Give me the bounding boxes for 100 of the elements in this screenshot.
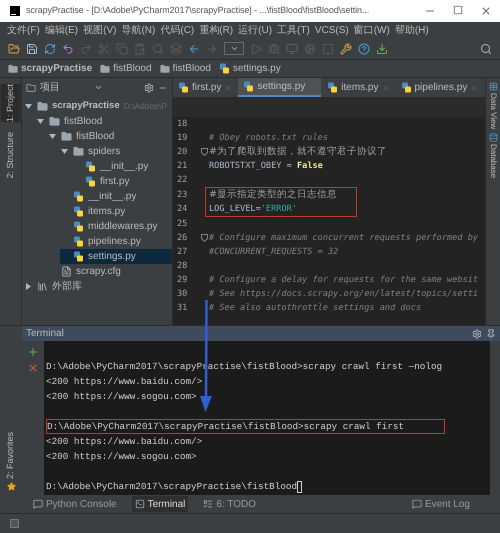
menu-item[interactable]: 视图(V) [82, 22, 118, 38]
tree-item[interactable]: middlewares.py [60, 219, 172, 234]
collapsed-arrow-icon[interactable] [25, 283, 32, 290]
dropdown-icon[interactable] [94, 83, 103, 92]
python-file-icon [73, 191, 84, 202]
close-icon[interactable] [27, 362, 39, 374]
tree-item[interactable]: fistBlood [36, 114, 172, 129]
update-icon[interactable] [376, 42, 388, 54]
pin-icon[interactable] [486, 328, 496, 338]
event-log-button[interactable]: Event Log [412, 496, 470, 512]
project-view-icon [26, 82, 36, 92]
balloon-icon [412, 499, 422, 509]
code-text: #CONCURRENT_REQUESTS = 32 [209, 246, 338, 258]
menu-item[interactable]: 帮助(H) [394, 22, 430, 38]
tree-label: fistBlood [76, 130, 114, 144]
tree-item[interactable]: __init__.py [72, 159, 172, 174]
folder-icon [73, 146, 84, 157]
settings-icon[interactable] [472, 328, 482, 338]
tree-item[interactable]: scrapy.cfg [48, 264, 172, 279]
expanded-arrow-icon[interactable] [49, 133, 56, 140]
breadcrumb-item[interactable]: settings.py [232, 61, 281, 76]
tree-label: items.py [88, 205, 126, 219]
menu-item[interactable]: 重构(R) [198, 22, 234, 38]
tool-window-tab[interactable]: Python Console [30, 496, 120, 512]
tool-window-tab[interactable]: 1: Project [0, 84, 20, 122]
tree-label: settings.py [88, 250, 136, 264]
expanded-arrow-icon[interactable] [25, 103, 32, 110]
menu-item[interactable]: 代码(C) [159, 22, 196, 38]
tree-item[interactable]: __init__.py [60, 189, 172, 204]
add-icon[interactable] [27, 346, 39, 358]
editor-tab[interactable]: first.py [173, 78, 238, 97]
editor-tab[interactable]: items.py [322, 78, 394, 97]
tool-window-tab[interactable]: Data View [487, 93, 499, 130]
line-number: 29 [176, 274, 188, 286]
expanded-arrow-icon[interactable] [61, 148, 68, 155]
tree-item[interactable]: items.py [60, 204, 172, 219]
menu-item[interactable]: 运行(U) [237, 22, 274, 38]
app-logo-icon [10, 6, 20, 16]
tree-label: scrapyPractise [52, 99, 120, 114]
line-number: 26 [176, 232, 188, 244]
terminal-line: <200 https://www.sogou.com> [46, 450, 197, 463]
tree-item[interactable]: settings.py [60, 249, 172, 264]
python-file-icon [73, 236, 84, 247]
line-number: 21 [176, 160, 188, 172]
python-file-icon [73, 206, 84, 217]
python-file-icon [85, 161, 96, 172]
python-file-icon [400, 82, 412, 93]
folder-icon [8, 64, 18, 74]
tool-window-tab[interactable]: Terminal [132, 496, 188, 512]
line-number: 25 [176, 218, 188, 230]
code-text: #显示指定类型的之日志信息 [209, 188, 337, 202]
tree-item[interactable]: first.py [72, 174, 172, 189]
menu-item[interactable]: 工具(T) [276, 22, 311, 38]
python-file-icon [73, 251, 84, 262]
run-configuration-dropdown[interactable] [224, 42, 244, 55]
python-file-icon [85, 176, 96, 187]
settings-icon[interactable] [340, 42, 352, 54]
line-number: 22 [176, 174, 188, 186]
menu-item[interactable]: 编辑(E) [44, 22, 80, 38]
menu-item[interactable]: 导航(N) [120, 22, 156, 38]
tree-label: middlewares.py [88, 220, 158, 234]
tree-label: first.py [100, 175, 130, 189]
python-file-icon [218, 63, 230, 74]
library-icon [37, 281, 48, 292]
python-file-icon [178, 82, 189, 93]
settings-icon[interactable] [144, 82, 154, 92]
undo-icon[interactable] [62, 42, 74, 54]
help-icon[interactable] [358, 42, 370, 54]
back-icon[interactable] [188, 42, 200, 54]
menu-item[interactable]: 窗口(W) [352, 22, 391, 38]
terminal-line: <200 https://www.sogou.com> [46, 390, 197, 403]
tool-window-tab[interactable]: 2: Favorites [4, 432, 18, 479]
tree-item[interactable]: fistBlood [48, 129, 172, 144]
fold-marker-icon[interactable] [200, 148, 208, 156]
tree-item[interactable]: pipelines.py [60, 234, 172, 249]
panel-title: 项目 [40, 81, 60, 95]
breadcrumb-item[interactable]: fistBlood [172, 61, 211, 76]
sync-icon[interactable] [44, 42, 56, 54]
menu-item[interactable]: VCS(S) [314, 22, 350, 38]
expanded-arrow-icon[interactable] [37, 118, 44, 125]
save-icon[interactable] [26, 42, 38, 54]
open-folder-icon[interactable] [8, 42, 20, 54]
editor-tab[interactable]: pipelines.py [396, 78, 484, 97]
line-number: 28 [176, 260, 188, 272]
tool-window-tab[interactable]: 2: Structure [0, 132, 20, 179]
tree-item[interactable]: 外部库 [24, 279, 172, 294]
terminal-line: <200 https://www.baidu.com/> [46, 435, 202, 448]
terminal-line: D:\Adobe\PyCharm2017\scrapyPractise\fistBlood [46, 480, 298, 493]
search-icon[interactable] [480, 42, 492, 54]
line-number: 30 [176, 288, 188, 300]
editor-tab[interactable]: settings.py [238, 78, 322, 97]
fold-marker-icon[interactable] [200, 234, 208, 242]
tree-item[interactable]: spiders [60, 144, 172, 159]
code-text: LOG_LEVEL='ERROR' [209, 202, 297, 216]
tool-window-tab[interactable]: 6: TODO [200, 496, 260, 512]
line-number: 19 [176, 132, 188, 144]
breadcrumb-item[interactable]: fistBlood [113, 61, 152, 76]
menu-item[interactable]: 文件(F) [6, 22, 41, 38]
tool-window-tab[interactable]: Database [487, 144, 499, 179]
breadcrumb-item[interactable]: scrapyPractise [21, 61, 92, 76]
